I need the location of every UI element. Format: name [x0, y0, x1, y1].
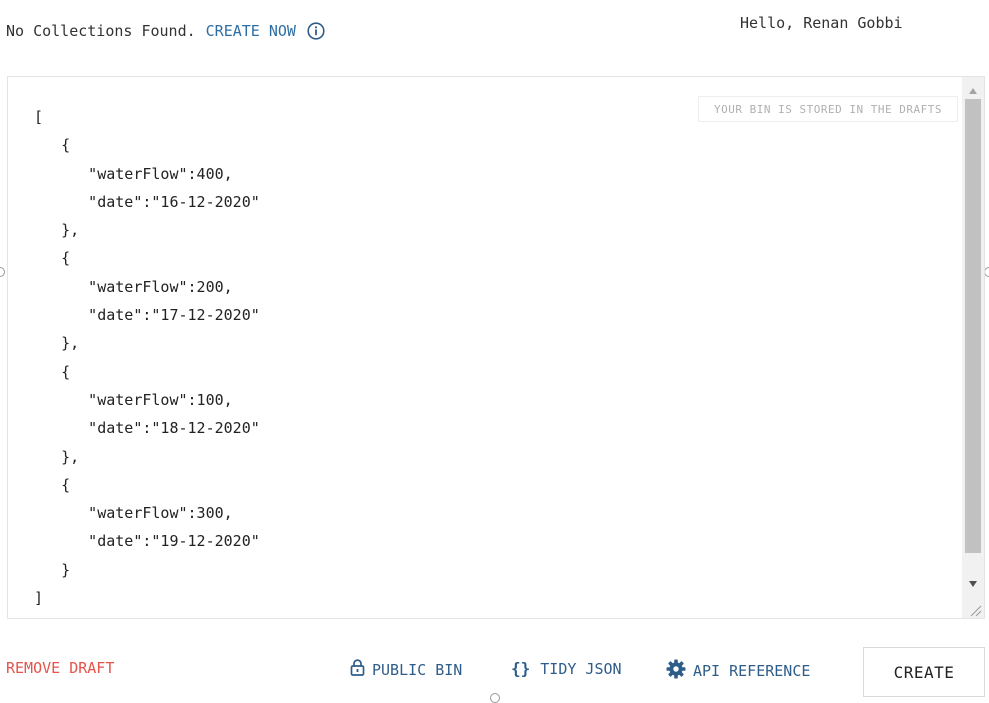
code-content[interactable]: [ { "waterFlow":400, "date":"16-12-2020"… [34, 103, 260, 612]
bottom-toolbar: REMOVE DRAFT PUBLIC BIN {} TIDY JSON API… [0, 640, 989, 700]
code-line: "date":"17-12-2020" [34, 306, 260, 325]
draft-notice: YOUR BIN IS STORED IN THE DRAFTS [698, 96, 958, 122]
code-line: "date":"16-12-2020" [34, 192, 260, 211]
info-icon[interactable] [307, 22, 325, 40]
code-line: }, [34, 447, 80, 466]
scroll-up-arrow-icon[interactable] [962, 81, 984, 101]
collections-status: No Collections Found. CREATE NOW [6, 22, 325, 40]
code-line: }, [34, 334, 80, 353]
collections-message: No Collections Found. [6, 22, 196, 40]
user-greeting: Hello, Renan Gobbi [740, 14, 903, 32]
code-line: { [34, 362, 71, 381]
scrollbar-thumb[interactable] [965, 99, 981, 553]
braces-icon: {} [511, 659, 531, 678]
remove-draft-button[interactable]: REMOVE DRAFT [6, 659, 114, 677]
api-reference-label: API REFERENCE [693, 662, 811, 680]
api-reference-button[interactable]: API REFERENCE [666, 659, 810, 683]
resize-grip-icon[interactable] [968, 602, 982, 617]
create-button[interactable]: CREATE [863, 647, 985, 697]
code-line: }, [34, 221, 80, 240]
json-editor[interactable]: [ { "waterFlow":400, "date":"16-12-2020"… [7, 76, 985, 619]
tidy-json-button[interactable]: {} TIDY JSON [511, 659, 622, 678]
code-line: "waterFlow":300, [34, 504, 233, 523]
code-line: "waterFlow":100, [34, 390, 233, 409]
code-line: [ [34, 108, 44, 126]
left-resize-handle[interactable] [0, 267, 5, 277]
code-line: "date":"19-12-2020" [34, 532, 260, 551]
code-line: { [34, 249, 71, 268]
public-bin-label: PUBLIC BIN [372, 660, 463, 679]
code-line: { [34, 136, 71, 155]
code-line: "waterFlow":400, [34, 164, 233, 183]
create-now-link[interactable]: CREATE NOW [206, 22, 296, 40]
code-line: } [34, 560, 71, 579]
tidy-json-label: TIDY JSON [540, 659, 622, 678]
code-line: ] [34, 589, 44, 608]
vertical-scrollbar[interactable] [962, 77, 984, 618]
code-line: { [34, 475, 71, 494]
code-line: "date":"18-12-2020" [34, 419, 260, 438]
code-line: "waterFlow":200, [34, 277, 233, 296]
scroll-down-arrow-icon[interactable] [962, 574, 984, 594]
public-bin-button[interactable]: PUBLIC BIN [350, 659, 462, 680]
top-bar: No Collections Found. CREATE NOW Hello, … [0, 0, 989, 60]
lock-icon [350, 659, 365, 680]
gear-icon [666, 659, 686, 683]
